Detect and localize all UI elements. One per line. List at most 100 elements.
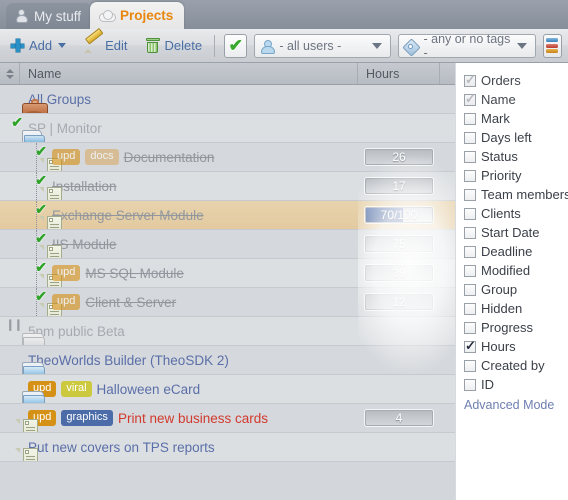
checkbox-icon[interactable] [464, 283, 476, 296]
checkbox-icon[interactable] [464, 339, 476, 353]
column-option-label: Hours [481, 339, 516, 354]
hours-progress-pill[interactable]: 39 [365, 265, 433, 281]
tab-my-stuff[interactable]: My stuff [6, 3, 93, 29]
row-name-cell: upd viral Halloween eCard [0, 375, 358, 403]
tag-badge[interactable]: viral [61, 381, 92, 397]
row-name-label[interactable]: Put new covers on TPS reports [28, 440, 215, 455]
row-name-cell: ✔ upd MS SQL Module [0, 259, 358, 287]
row-name-cell: All Groups [0, 85, 358, 113]
hours-value: 70/100 [380, 208, 418, 222]
row-name-cell: ✔ Installation [0, 172, 358, 200]
checkbox-icon[interactable] [464, 264, 476, 277]
checkbox-icon[interactable] [464, 207, 476, 220]
row-hours-cell: 70/100 [358, 201, 440, 229]
column-option-deadline[interactable]: Deadline [464, 242, 568, 261]
hours-progress-pill[interactable]: 70/100 [365, 207, 433, 223]
column-option-clients[interactable]: Clients [464, 204, 568, 223]
checkbox-icon[interactable] [464, 302, 476, 315]
tag-badge[interactable]: upd [52, 294, 81, 310]
column-option-priority[interactable]: Priority [464, 166, 568, 185]
user-icon [260, 39, 276, 54]
row-indent [0, 346, 22, 374]
columns-button[interactable] [542, 33, 562, 58]
row-name-cell: ✔ upd Client & Server [0, 288, 358, 316]
checkbox-icon[interactable] [464, 378, 476, 391]
column-option-start-date[interactable]: Start Date [464, 223, 568, 242]
tab-projects[interactable]: Projects [90, 2, 185, 29]
delete-button[interactable]: Delete [139, 33, 210, 59]
column-option-label: Start Date [481, 225, 540, 240]
column-option-hours[interactable]: Hours [464, 337, 568, 356]
hours-value: 39 [392, 266, 406, 280]
checkbox-icon[interactable] [464, 150, 476, 163]
column-option-label: Modified [481, 263, 531, 278]
row-indent [0, 404, 22, 432]
row-hours-cell: 39 [358, 259, 440, 287]
row-hours-cell: 4 [358, 404, 440, 432]
column-option-mark[interactable]: Mark [464, 109, 568, 128]
columns-icon-bar-3 [546, 49, 559, 53]
complete-toggle-button[interactable]: ✔ [224, 33, 248, 58]
checkbox-icon[interactable] [464, 112, 476, 125]
column-option-orders: Orders [464, 71, 568, 90]
sort-desc-icon [5, 74, 14, 79]
row-name-label[interactable]: MS SQL Module [85, 266, 184, 281]
users-filter-dropdown[interactable]: - all users - [254, 33, 391, 58]
column-header-name[interactable]: Name [20, 63, 358, 84]
column-option-label: Progress [481, 320, 534, 335]
edit-button[interactable]: Edit [77, 33, 134, 59]
row-name-label[interactable]: TheoWorlds Builder (TheoSDK 2) [28, 353, 229, 368]
tag-badge[interactable]: docs [85, 149, 119, 165]
column-option-team-members[interactable]: Team members [464, 185, 568, 204]
hours-progress-pill[interactable]: 26 [365, 149, 433, 165]
column-header-hours[interactable]: Hours [358, 63, 440, 84]
column-option-id[interactable]: ID [464, 375, 568, 394]
hours-progress-pill[interactable]: 12 [365, 294, 433, 310]
row-name-label[interactable]: Client & Server [85, 295, 176, 310]
checkbox-icon [464, 73, 476, 87]
hours-progress-pill[interactable]: 4 [365, 410, 433, 426]
row-name-label[interactable]: Print new business cards [118, 411, 268, 426]
row-name-label[interactable]: Halloween eCard [97, 382, 201, 397]
checkbox-icon[interactable] [464, 169, 476, 182]
hours-value: 4 [395, 411, 403, 425]
column-option-status[interactable]: Status [464, 147, 568, 166]
tag-badge[interactable]: graphics [61, 410, 113, 426]
row-hours-cell: 12 [358, 288, 440, 316]
hours-progress-pill[interactable]: 75 [365, 236, 433, 252]
check-icon: ✔ [228, 36, 243, 55]
hours-progress-pill[interactable]: 17 [365, 178, 433, 194]
tags-filter-dropdown[interactable]: - any or no tags - [397, 32, 536, 60]
add-button-label: Add [29, 38, 53, 53]
sort-toggle-button[interactable] [0, 63, 20, 84]
tab-my-stuff-label: My stuff [34, 8, 82, 24]
advanced-mode-link[interactable]: Advanced Mode [464, 398, 568, 412]
add-button[interactable]: Add [4, 33, 73, 59]
column-option-modified[interactable]: Modified [464, 261, 568, 280]
row-indent [0, 375, 22, 403]
checkbox-icon[interactable] [464, 321, 476, 334]
tag-badge[interactable]: upd [52, 149, 81, 165]
column-option-created-by[interactable]: Created by [464, 356, 568, 375]
column-option-hidden[interactable]: Hidden [464, 299, 568, 318]
column-option-label: Name [481, 92, 516, 107]
column-option-name: Name [464, 90, 568, 109]
checkbox-icon[interactable] [464, 245, 476, 258]
row-name-label[interactable]: Documentation [124, 150, 215, 165]
chevron-down-icon [58, 43, 67, 48]
column-option-days-left[interactable]: Days left [464, 128, 568, 147]
app-window: My stuff Projects Add Edit Delete ✔ - al… [0, 0, 568, 500]
column-option-progress[interactable]: Progress [464, 318, 568, 337]
column-option-group[interactable]: Group [464, 280, 568, 299]
checkbox-icon[interactable] [464, 226, 476, 239]
row-name-cell: TheoWorlds Builder (TheoSDK 2) [0, 346, 358, 374]
row-name-cell: ✔ Exchange Server Module [0, 201, 358, 229]
checkbox-icon[interactable] [464, 131, 476, 144]
checkbox-icon[interactable] [464, 188, 476, 201]
tag-badge[interactable]: upd [52, 265, 81, 281]
column-option-label: Days left [481, 130, 532, 145]
row-name-cell: ✔ upd docs Documentation [0, 143, 358, 171]
checkbox-icon[interactable] [464, 359, 476, 372]
row-name-label[interactable]: Exchange Server Module [52, 208, 204, 223]
row-hours-cell: 26 [358, 143, 440, 171]
